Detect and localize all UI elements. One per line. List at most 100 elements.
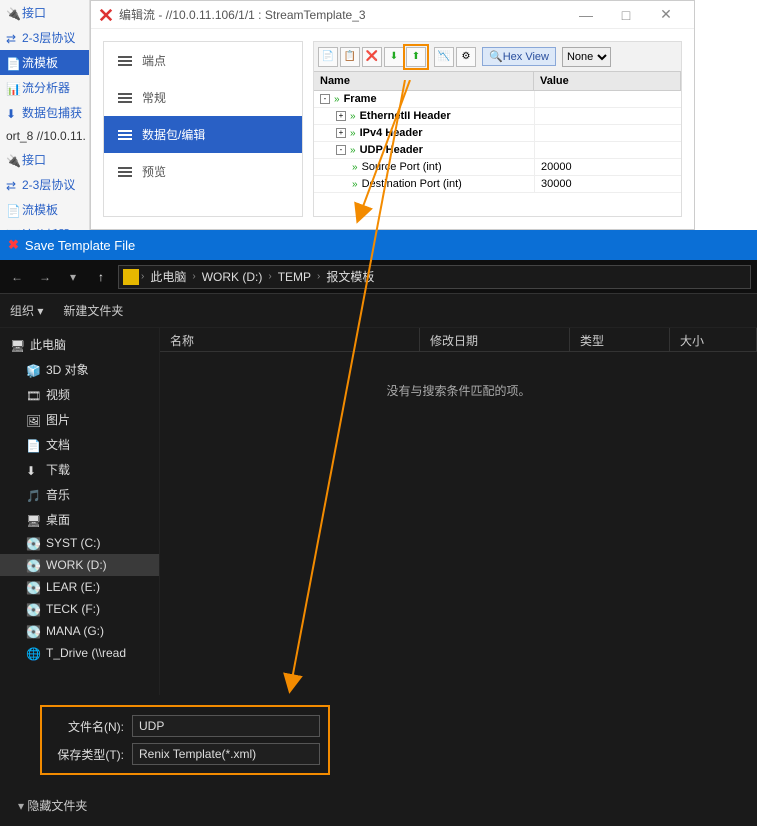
col-modified[interactable]: 修改日期: [420, 328, 570, 351]
doc-icon: 📄: [26, 439, 40, 451]
nav-forward[interactable]: →: [34, 266, 56, 288]
editor-window: 编辑流 - //10.0.11.106/1/1 : StreamTemplate…: [90, 0, 695, 230]
folder-tree-item[interactable]: 🧊 3D 对象: [0, 357, 159, 382]
nav-stream-analyzer-2[interactable]: 📊流分析器: [0, 222, 89, 230]
folder-label: WORK (D:): [46, 558, 107, 572]
nav-interface[interactable]: 🔌接口: [0, 0, 89, 25]
maximize-button[interactable]: □: [606, 1, 646, 29]
folder-tree-item[interactable]: 💽SYST (C:): [0, 532, 159, 554]
tree-row[interactable]: -»UDP Header: [314, 142, 681, 159]
toolbar-btn-2[interactable]: 📋: [340, 47, 360, 67]
tree-toggle[interactable]: +: [336, 111, 346, 121]
nav-stream-analyzer[interactable]: 📊流分析器: [0, 75, 89, 100]
tree-row[interactable]: +»IPv4 Header: [314, 125, 681, 142]
tree-node-label: Destination Port (int): [362, 178, 462, 190]
drive-icon: 💽: [26, 581, 40, 593]
nav-port[interactable]: ort_8 //10.0.11.: [0, 125, 89, 147]
new-folder-button[interactable]: 新建文件夹: [63, 302, 123, 319]
save-title-icon: ✖: [8, 237, 19, 253]
folder-label: 文档: [46, 436, 70, 453]
folder-label: TECK (F:): [46, 602, 100, 616]
folder-tree-item[interactable]: 🖥桌面: [0, 507, 159, 532]
nav-up[interactable]: ↑: [90, 266, 112, 288]
toolbar-select[interactable]: None: [562, 47, 611, 67]
save-titlebar: ✖ Save Template File: [0, 230, 757, 260]
folder-tree-item[interactable]: 💽MANA (G:): [0, 620, 159, 642]
folder-label: 视频: [46, 386, 70, 403]
folder-tree-item[interactable]: 💽LEAR (E:): [0, 576, 159, 598]
nav-l23-2[interactable]: ⇄2-3层协议: [0, 172, 89, 197]
tree-row[interactable]: -»Frame: [314, 91, 681, 108]
filename-label: 文件名(N):: [50, 718, 124, 735]
filetype-select[interactable]: [132, 743, 320, 765]
folder-tree-item[interactable]: 🌐T_Drive (\\read: [0, 642, 159, 664]
tree-row[interactable]: »Source Port (int)20000: [314, 159, 681, 176]
sidebar-packet-edit[interactable]: 数据包/编辑: [104, 116, 302, 153]
toolbar-btn-save-template[interactable]: ⬆: [406, 47, 426, 67]
editor-titlebar: 编辑流 - //10.0.11.106/1/1 : StreamTemplate…: [91, 1, 694, 29]
nav-interface-2[interactable]: 🔌接口: [0, 147, 89, 172]
hidden-folders-toggle[interactable]: 隐藏文件夹: [0, 785, 757, 826]
nav-stream-template-2[interactable]: 📄流模板: [0, 197, 89, 222]
breadcrumb-seg[interactable]: TEMP: [274, 270, 315, 284]
editor-main: 📄 📋 ❌ ⬇ ⬆ 📉 ⚙ 🔍Hex View None Name Value …: [313, 41, 682, 217]
tree-row[interactable]: »Destination Port (int)30000: [314, 176, 681, 193]
col-name[interactable]: 名称: [160, 328, 420, 351]
tree-arrow-icon: »: [350, 145, 356, 156]
folder-tree-item[interactable]: 🖥此电脑: [0, 332, 159, 357]
tree-toggle[interactable]: +: [336, 128, 346, 138]
tree-toggle[interactable]: -: [336, 145, 346, 155]
toolbar-btn-6[interactable]: 📉: [434, 47, 454, 67]
toolbar-btn-1[interactable]: 📄: [318, 47, 338, 67]
col-type[interactable]: 类型: [570, 328, 670, 351]
folder-tree-item[interactable]: ⬇下载: [0, 457, 159, 482]
netdrive-icon: 🌐: [26, 647, 40, 659]
folder-tree-item[interactable]: 📄 文档: [0, 432, 159, 457]
folder-tree-item[interactable]: 🖼图片: [0, 407, 159, 432]
tree-arrow-icon: »: [334, 94, 340, 105]
folder-tree-item[interactable]: 💽TECK (F:): [0, 598, 159, 620]
nav-stream-template[interactable]: 📄流模板: [0, 50, 89, 75]
nav-back[interactable]: ←: [6, 266, 28, 288]
organize-button[interactable]: 组织 ▾: [10, 302, 43, 319]
filename-input[interactable]: [132, 715, 320, 737]
folder-tree-item[interactable]: 🎵音乐: [0, 482, 159, 507]
close-button[interactable]: ✕: [646, 1, 686, 29]
hex-view-button[interactable]: 🔍Hex View: [482, 47, 556, 66]
folder-icon: [123, 269, 139, 285]
app-icon: [99, 8, 113, 22]
file-list-empty: 没有与搜索条件匹配的项。: [160, 352, 757, 695]
sidebar-general[interactable]: 常规: [104, 79, 302, 116]
nav-l23[interactable]: ⇄2-3层协议: [0, 25, 89, 50]
folder-label: 桌面: [46, 511, 70, 528]
minimize-button[interactable]: —: [566, 1, 606, 29]
folder-tree-item[interactable]: 🎞视频: [0, 382, 159, 407]
save-title: Save Template File: [25, 238, 135, 253]
packet-tree: Name Value -»Frame+»EthernetII Header+»I…: [314, 72, 681, 216]
folder-tree-item[interactable]: 💽WORK (D:): [0, 554, 159, 576]
tree-row[interactable]: +»EthernetII Header: [314, 108, 681, 125]
tree-node-value: 20000: [534, 159, 681, 175]
3d-icon: 🧊: [26, 364, 40, 376]
breadcrumb-seg[interactable]: WORK (D:): [198, 270, 267, 284]
breadcrumb[interactable]: › 此电脑 › WORK (D:) › TEMP › 报文模板: [118, 265, 751, 289]
breadcrumb-seg[interactable]: 报文模板: [322, 268, 378, 285]
col-size[interactable]: 大小: [670, 328, 757, 351]
nav-recent[interactable]: ▾: [62, 266, 84, 288]
sidebar-preview[interactable]: 预览: [104, 153, 302, 190]
tree-node-label: IPv4 Header: [360, 127, 423, 139]
toolbar-btn-3[interactable]: ❌: [362, 47, 382, 67]
app-left-nav: 🔌接口 ⇄2-3层协议 📄流模板 📊流分析器 ⬇数据包捕获 ort_8 //10…: [0, 0, 90, 230]
pc-icon: 🖥: [10, 339, 24, 351]
toolbar-btn-4[interactable]: ⬇: [384, 47, 404, 67]
nav-capture[interactable]: ⬇数据包捕获: [0, 100, 89, 125]
tree-header-name[interactable]: Name: [314, 72, 534, 90]
tree-header-value[interactable]: Value: [534, 72, 681, 90]
folder-label: 3D 对象: [46, 361, 89, 378]
toolbar-btn-7[interactable]: ⚙: [456, 47, 476, 67]
breadcrumb-seg[interactable]: 此电脑: [146, 268, 190, 285]
hamburger-icon: [118, 167, 132, 177]
folder-label: 下载: [46, 461, 70, 478]
tree-toggle[interactable]: -: [320, 94, 330, 104]
sidebar-endpoint[interactable]: 端点: [104, 42, 302, 79]
